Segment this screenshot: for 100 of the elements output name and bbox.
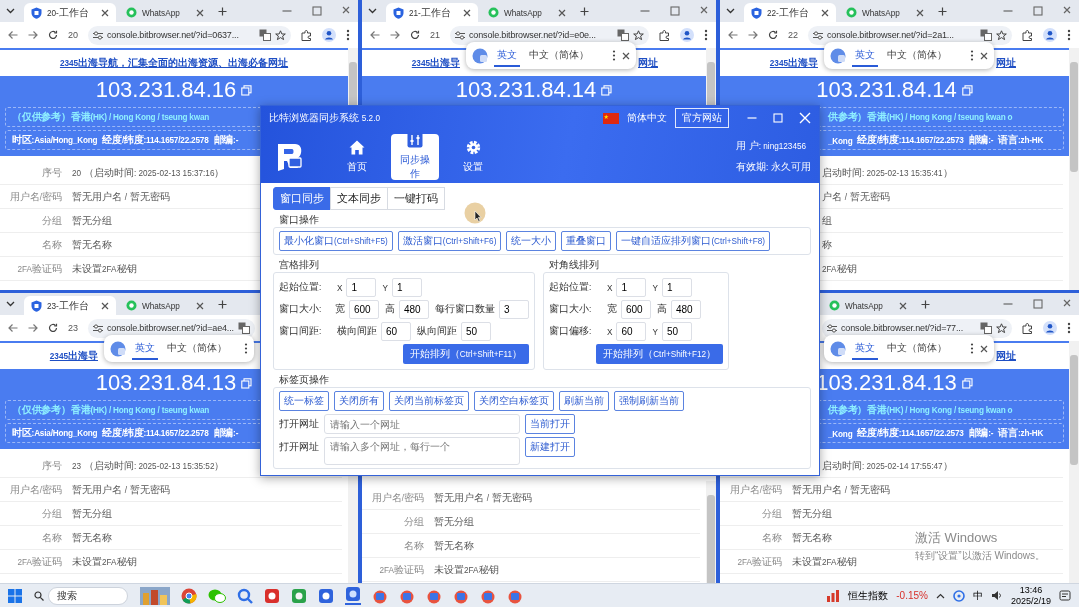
start-button[interactable]: 开始排列（Ctrl+Shift+F11） (402, 344, 529, 364)
forward-icon[interactable] (28, 323, 38, 333)
close-icon[interactable] (821, 8, 829, 17)
number-field[interactable]: 50 (661, 321, 692, 341)
reload-icon[interactable] (768, 30, 778, 40)
forward-icon[interactable] (28, 30, 38, 40)
address-field[interactable]: console.bitbrowser.net/?id=ae4... (88, 318, 255, 338)
plus-icon[interactable] (580, 6, 589, 16)
plus-icon[interactable] (921, 299, 930, 309)
speaker-icon[interactable] (990, 590, 1003, 601)
menu-icon[interactable] (346, 29, 350, 41)
chevron-icon[interactable] (368, 8, 377, 14)
close-icon[interactable] (1063, 6, 1071, 14)
start-button[interactable]: 开始排列（Ctrl+Shift+F12） (596, 344, 723, 364)
website-button[interactable]: 官方网站 (675, 108, 729, 128)
menu-icon[interactable] (1067, 29, 1071, 41)
extension-icon[interactable] (301, 29, 312, 41)
number-field[interactable]: 1 (346, 277, 377, 297)
close-icon[interactable] (1063, 299, 1071, 307)
action-button[interactable]: 关闭空白标签页 (474, 391, 554, 411)
more-icon[interactable] (970, 50, 974, 61)
banner-link[interactable]: 2345出海导 (411, 57, 460, 68)
star-icon[interactable] (275, 29, 286, 41)
tune-icon[interactable] (93, 323, 103, 333)
tune-icon[interactable] (813, 30, 823, 40)
number-field[interactable]: 600 (349, 299, 379, 319)
nav-item[interactable]: 首页 (333, 133, 381, 180)
profile-icon[interactable] (1043, 321, 1057, 335)
tune-icon[interactable] (93, 30, 103, 40)
reload-icon[interactable] (410, 30, 420, 40)
more-icon[interactable] (244, 343, 248, 354)
banner-link[interactable]: 2345出海导 (49, 350, 98, 361)
more-icon[interactable] (970, 343, 974, 354)
app-icon[interactable] (264, 587, 280, 604)
banner-link[interactable]: 网址 (638, 56, 658, 70)
action-button[interactable]: 统一大小 (506, 231, 557, 251)
language-selector[interactable]: 简体中文 (627, 111, 667, 125)
copy-icon[interactable] (961, 377, 973, 389)
translate-icon[interactable] (980, 322, 992, 334)
translate-icon[interactable] (980, 29, 992, 41)
scrollbar[interactable] (1069, 341, 1079, 583)
plus-icon[interactable] (938, 6, 947, 16)
extension-icon[interactable] (659, 29, 670, 41)
browser-tab[interactable]: 22-工作台 (744, 3, 836, 22)
number-field[interactable]: 1 (616, 277, 647, 297)
address-field[interactable]: console.bitbrowser.net/?id=e0e... (450, 25, 649, 45)
banner-link[interactable]: 网址 (996, 56, 1016, 70)
address-field[interactable]: console.bitbrowser.net/?id=77... (822, 318, 1012, 338)
close-icon[interactable] (916, 8, 924, 17)
search-app-icon[interactable] (237, 587, 253, 604)
browser-tab[interactable]: WhatsApp (119, 296, 211, 315)
copy-icon[interactable] (241, 377, 253, 389)
widget-icon[interactable] (140, 586, 170, 605)
action-button[interactable]: 最小化窗口(Ctrl+Shift+F5) (279, 231, 393, 251)
star-icon[interactable] (633, 29, 644, 41)
chevron-icon[interactable] (726, 8, 735, 14)
back-icon[interactable] (370, 30, 380, 40)
action-button[interactable]: 关闭所有 (334, 391, 384, 411)
search-field[interactable]: 搜索 (48, 586, 128, 605)
plus-icon[interactable] (218, 299, 227, 309)
clock-time[interactable]: 13:46 (1019, 584, 1043, 596)
app-icon[interactable] (291, 587, 307, 604)
reload-icon[interactable] (48, 323, 58, 333)
close-icon[interactable] (101, 301, 109, 310)
urls-field[interactable]: 请输入多个网址，每行一个 (324, 437, 520, 465)
chevron-icon[interactable] (935, 592, 945, 599)
browser-tab[interactable]: 20-工作台 (24, 3, 116, 22)
open-button[interactable]: 新建打开 (525, 437, 575, 457)
profile-icon[interactable] (1043, 28, 1057, 42)
close-icon[interactable] (899, 301, 907, 310)
number-field[interactable]: 1 (661, 277, 692, 297)
action-button[interactable]: 激活窗口(Ctrl+Shift+F6) (397, 231, 502, 251)
plus-icon[interactable] (218, 6, 227, 16)
number-field[interactable]: 480 (399, 299, 429, 319)
action-button[interactable]: 重叠窗口 (561, 231, 612, 251)
language-tab[interactable]: 中文（简体） (884, 337, 950, 360)
url-field[interactable]: 请输入一个网址 (324, 414, 520, 434)
forward-icon[interactable] (390, 30, 400, 40)
close-icon[interactable] (101, 8, 109, 17)
tab[interactable]: 一键打码 (387, 187, 445, 210)
language-tab[interactable]: 英文 (494, 44, 520, 67)
extension-icon[interactable] (1022, 322, 1033, 334)
language-tab[interactable]: 英文 (132, 337, 158, 360)
banner-link[interactable]: 2345出海导 (769, 57, 818, 68)
back-icon[interactable] (8, 30, 18, 40)
reload-icon[interactable] (48, 30, 58, 40)
tune-icon[interactable] (827, 323, 837, 333)
close-icon[interactable] (463, 8, 471, 17)
number-field[interactable]: 1 (391, 277, 422, 297)
number-field[interactable]: 50 (461, 321, 491, 341)
number-field[interactable]: 60 (381, 321, 411, 341)
back-icon[interactable] (8, 323, 18, 333)
start-icon[interactable] (8, 588, 22, 603)
profile-icon[interactable] (680, 28, 694, 42)
chevron-icon[interactable] (6, 301, 15, 307)
translate-icon[interactable] (237, 322, 250, 334)
number-field[interactable]: 3 (499, 299, 529, 319)
app-icon[interactable] (345, 586, 361, 602)
close-icon[interactable] (980, 51, 988, 60)
action-button[interactable]: 一键自适应排列窗口(Ctrl+Shift+F8) (616, 231, 771, 251)
